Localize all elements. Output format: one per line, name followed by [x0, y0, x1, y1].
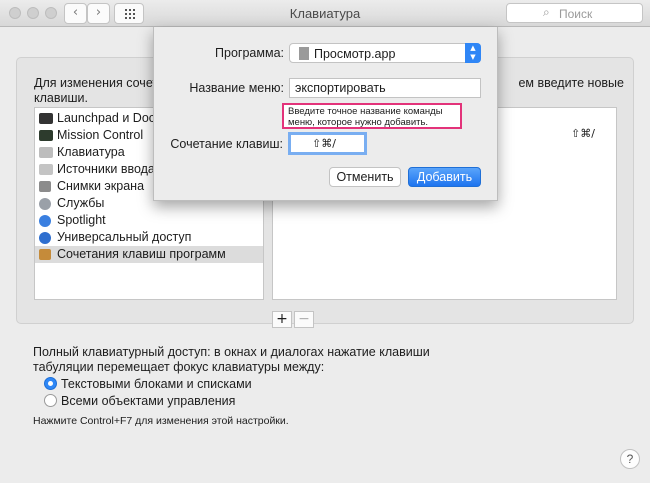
cancel-button[interactable]: Отменить — [329, 167, 401, 187]
program-value: Просмотр.app — [314, 47, 396, 61]
remove-shortcut-button[interactable]: − — [294, 311, 314, 328]
intro-text-left-2: клавиши. — [34, 91, 88, 105]
menu-title-field[interactable]: экспортировать — [289, 78, 481, 98]
menu-title-label: Название меню: — [189, 81, 284, 95]
add-shortcut-sheet: Программа: Просмотр.app ▲ ▼ Название меню… — [153, 27, 498, 201]
spotlight-icon — [39, 215, 51, 227]
launchpad-icon — [39, 113, 53, 124]
screenshot-icon — [39, 181, 51, 192]
services-gear-icon — [39, 198, 51, 210]
control-f7-hint: Нажмите Control+F7 для изменения этой на… — [33, 415, 289, 427]
category-label: Службы — [57, 196, 105, 210]
search-icon: ⌕ — [543, 5, 550, 19]
category-item-app-shortcuts[interactable]: Сочетания клавиш программ — [35, 246, 263, 263]
help-button[interactable]: ? — [620, 449, 640, 469]
category-label: Клавиатура — [57, 145, 125, 159]
add-shortcut-button[interactable]: + — [272, 311, 292, 328]
shortcut-label: Сочетание клавиш: — [170, 137, 283, 151]
category-label: Снимки экрана — [57, 179, 145, 193]
window-titlebar: ‹ › Клавиатура ⌕ Поиск — [0, 0, 650, 27]
shortcut-value: ⇧⌘/ — [571, 127, 595, 140]
radio-all-controls[interactable] — [44, 394, 57, 407]
search-placeholder: Поиск — [559, 7, 593, 21]
add-button[interactable]: Добавить — [408, 167, 481, 187]
radio-text-boxes[interactable] — [44, 377, 57, 390]
intro-text-left: Для изменения сочета — [34, 76, 165, 90]
category-label: Источники ввода — [57, 162, 155, 176]
app-shortcuts-icon — [39, 249, 51, 260]
radio-text-boxes-label[interactable]: Текстовыми блоками и списками — [61, 377, 252, 391]
search-field[interactable]: ⌕ Поиск — [506, 3, 643, 23]
full-keyboard-access-text: Полный клавиатурный доступ: в окнах и ди… — [33, 345, 430, 374]
input-sources-icon — [39, 164, 53, 175]
program-popup[interactable]: Просмотр.app ▲ ▼ — [289, 43, 481, 63]
category-item-spotlight[interactable]: Spotlight — [35, 212, 263, 229]
category-label: Сочетания клавиш программ — [57, 247, 226, 261]
shortcut-field[interactable]: ⇧⌘/ — [288, 132, 367, 155]
category-label: Mission Control — [57, 128, 144, 142]
intro-text-right: ем введите новые — [518, 76, 624, 90]
popup-arrows-icon: ▲ ▼ — [465, 43, 481, 63]
category-label: Универсальный доступ — [57, 230, 192, 244]
shortcut-field-value: ⇧⌘/ — [312, 137, 336, 150]
category-item-accessibility[interactable]: Универсальный доступ — [35, 229, 263, 246]
radio-all-controls-label[interactable]: Всеми объектами управления — [61, 394, 235, 408]
mission-control-icon — [39, 130, 53, 141]
accessibility-icon — [39, 232, 51, 244]
program-label: Программа: — [215, 46, 284, 60]
category-label: Spotlight — [57, 213, 106, 227]
preview-app-icon — [299, 47, 309, 60]
category-label: Launchpad и Dock — [57, 111, 162, 125]
menu-title-hint-callout: Введите точное название команды меню, ко… — [282, 103, 462, 129]
keyboard-icon — [39, 147, 53, 158]
